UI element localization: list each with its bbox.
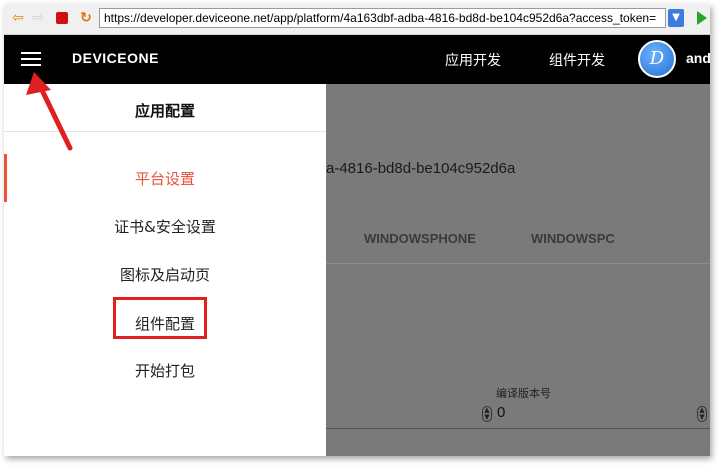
reload-icon[interactable]: ↻ (78, 10, 94, 26)
highlight-annotation-box (113, 297, 207, 339)
chevron-down-icon[interactable]: ▼ (668, 9, 684, 27)
stepper-icon[interactable]: ▲ ▼ (697, 406, 707, 422)
drawer-item-cert-security[interactable]: 证书&安全设置 (4, 216, 326, 237)
app-id-text: a-4816-bd8d-be104c952d6a (326, 160, 516, 177)
nav-app-dev[interactable]: 应用开发 (445, 50, 501, 70)
user-name[interactable]: and (686, 50, 710, 66)
drawer-divider (4, 131, 326, 132)
app-header: DEVICEONE 应用开发 组件开发 D and (4, 35, 710, 84)
version-input[interactable]: 0 (497, 404, 505, 421)
forward-arrow-icon[interactable]: ⇨ (30, 10, 46, 26)
tab-windowsphone[interactable]: WINDOWSPHONE (364, 231, 476, 246)
side-drawer: 应用配置 平台设置 证书&安全设置 图标及启动页 组件配置 开始打包 (4, 84, 326, 456)
screenshot-frame: ⇦ ⇨ ↻ https://developer.deviceone.net/ap… (4, 4, 710, 456)
address-bar[interactable]: https://developer.deviceone.net/app/plat… (99, 8, 666, 28)
browser-toolbar: ⇦ ⇨ ↻ https://developer.deviceone.net/ap… (4, 4, 710, 35)
drawer-item-start-packaging[interactable]: 开始打包 (4, 360, 326, 381)
drawer-item-icon-launch[interactable]: 图标及启动页 (4, 264, 326, 285)
hamburger-menu-icon[interactable] (21, 52, 41, 68)
brand-logo-text[interactable]: DEVICEONE (72, 50, 159, 66)
go-icon[interactable] (697, 11, 707, 25)
drawer-title: 应用配置 (134, 102, 195, 120)
version-label: 编译版本号 (496, 387, 551, 400)
tab-windowspc[interactable]: WINDOWSPC (531, 231, 615, 246)
nav-component-dev[interactable]: 组件开发 (549, 50, 605, 70)
input-underline (326, 428, 710, 429)
stop-icon[interactable] (56, 12, 68, 24)
stepper-icon[interactable]: ▲ ▼ (482, 406, 492, 422)
avatar[interactable]: D (638, 40, 676, 78)
main-content-overlay[interactable]: a-4816-bd8d-be104c952d6a WINDOWSPHONE WI… (326, 84, 710, 456)
back-arrow-icon[interactable]: ⇦ (10, 10, 26, 26)
drawer-item-platform-settings[interactable]: 平台设置 (4, 168, 326, 189)
tab-divider (326, 263, 710, 264)
